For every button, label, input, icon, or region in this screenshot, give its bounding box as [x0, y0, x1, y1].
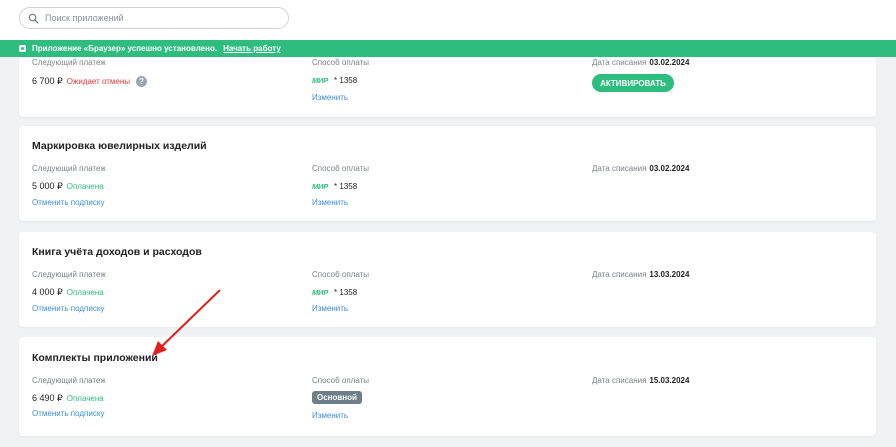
next-payment-value: 4 000 ₽ Оплачена — [32, 287, 104, 298]
amount: 6 490 ₽ — [32, 393, 63, 403]
notice-text: Приложение «Браузер» успешно установлено… — [32, 44, 218, 53]
subscription-title: Книга учёта доходов и расходов — [32, 246, 202, 258]
charge-date: Дата списания 03.02.2024 — [592, 58, 689, 67]
payment-method-label: Способ оплаты — [312, 376, 370, 385]
card-number: * 1358 — [334, 76, 358, 85]
subscription-card: Маркировка ювелирных изделий Следующий п… — [19, 126, 876, 221]
payment-method-label: Способ оплаты — [312, 164, 370, 173]
charge-date: Дата списания 03.02.2024 — [592, 164, 689, 173]
activate-button[interactable]: АКТИВИРОВАТЬ — [592, 74, 674, 92]
charge-date: Дата списания 13.03.2024 — [592, 270, 689, 279]
status-text: Оплачена — [66, 182, 104, 191]
app-icon — [19, 45, 26, 52]
start-work-link[interactable]: Начать работу — [223, 44, 281, 53]
help-icon[interactable]: ? — [136, 76, 148, 88]
mir-logo-icon: МИР — [312, 182, 329, 191]
subscription-card: Следующий платеж 6 700 ₽ Ожидает отмены? … — [19, 48, 876, 117]
amount: 6 700 ₽ — [32, 76, 63, 86]
charge-date-label: Дата списания — [592, 58, 647, 67]
charge-date-label: Дата списания — [592, 164, 647, 173]
status-text: Ожидает отмены — [66, 77, 131, 86]
subscription-title: Комплекты приложений — [32, 352, 158, 364]
next-payment-label: Следующий платеж — [32, 164, 106, 173]
payment-method-label: Способ оплаты — [312, 270, 370, 279]
charge-date-value: 13.03.2024 — [649, 270, 690, 279]
charge-date-value: 03.02.2024 — [649, 164, 690, 173]
charge-date: Дата списания 15.03.2024 — [592, 376, 689, 385]
change-method-link[interactable]: Изменить — [312, 93, 348, 102]
primary-method-badge: Основной — [312, 391, 362, 404]
cancel-subscription-link[interactable]: Отменить подписку — [32, 304, 104, 313]
mir-logo-icon: МИР — [312, 76, 329, 85]
next-payment-value: 6 700 ₽ Ожидает отмены? — [32, 76, 148, 88]
subscription-card: Книга учёта доходов и расходов Следующий… — [19, 232, 876, 327]
status-text: Оплачена — [66, 394, 104, 403]
charge-date-value: 03.02.2024 — [649, 58, 690, 67]
change-method-link[interactable]: Изменить — [312, 411, 348, 420]
cancel-subscription-link[interactable]: Отменить подписку — [32, 198, 104, 207]
change-method-link[interactable]: Изменить — [312, 304, 348, 313]
next-payment-label: Следующий платеж — [32, 270, 106, 279]
charge-date-label: Дата списания — [592, 376, 647, 385]
next-payment-label: Следующий платеж — [32, 376, 106, 385]
subscription-card: Комплекты приложений Следующий платеж 6 … — [19, 337, 876, 436]
search-box[interactable] — [19, 7, 289, 29]
top-bar — [0, 0, 896, 40]
mir-logo-icon: МИР — [312, 288, 329, 297]
amount: 4 000 ₽ — [32, 287, 63, 297]
card-number: * 1358 — [334, 288, 358, 297]
payment-method-value: МИР * 1358 — [312, 181, 357, 191]
next-payment-label: Следующий платеж — [32, 58, 106, 67]
payment-method-label: Способ оплаты — [312, 58, 370, 67]
search-input[interactable] — [45, 13, 275, 23]
success-notice: Приложение «Браузер» успешно установлено… — [0, 40, 896, 57]
change-method-link[interactable]: Изменить — [312, 198, 348, 207]
status-text: Оплачена — [66, 288, 104, 297]
amount: 5 000 ₽ — [32, 181, 63, 191]
charge-date-label: Дата списания — [592, 270, 647, 279]
payment-method-value: МИР * 1358 — [312, 75, 357, 85]
payment-method-value: МИР * 1358 — [312, 287, 357, 297]
subscription-title: Маркировка ювелирных изделий — [32, 140, 207, 152]
card-number: * 1358 — [334, 182, 358, 191]
search-icon — [28, 13, 39, 23]
charge-date-value: 15.03.2024 — [649, 376, 690, 385]
next-payment-value: 6 490 ₽ Оплачена — [32, 393, 104, 404]
cancel-subscription-link[interactable]: Отменить подписку — [32, 409, 104, 418]
next-payment-value: 5 000 ₽ Оплачена — [32, 181, 104, 192]
